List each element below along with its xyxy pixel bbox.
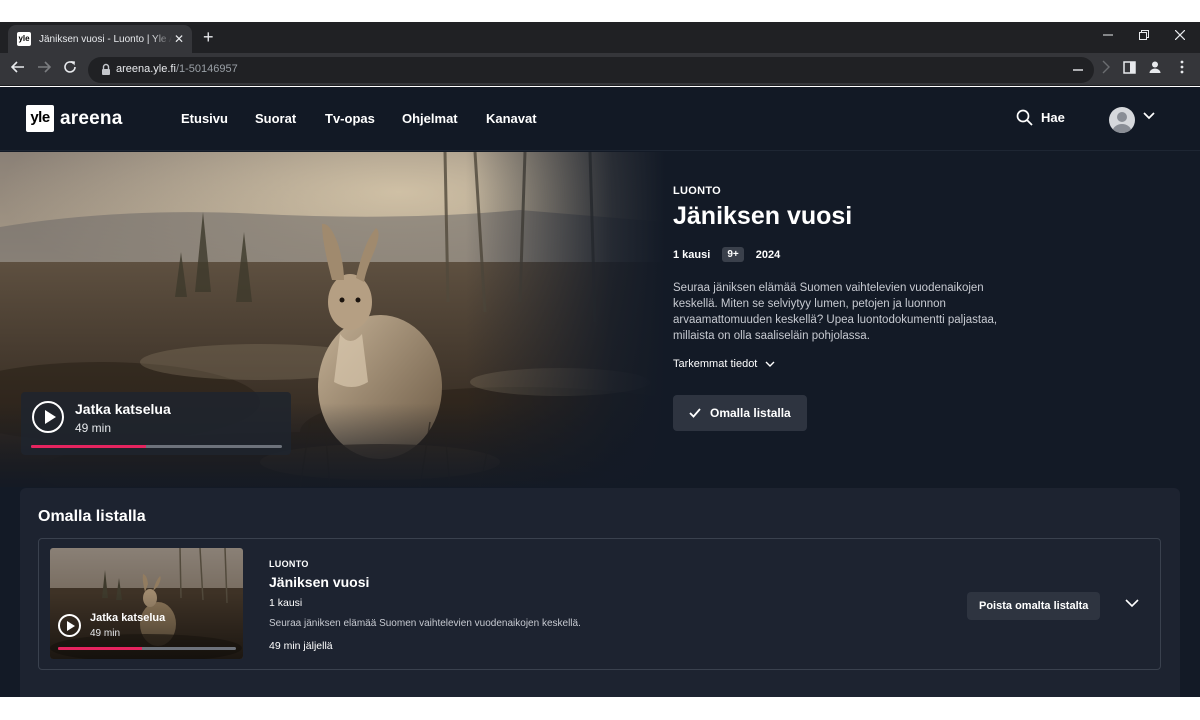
my-list-button[interactable]: Omalla listalla: [673, 395, 807, 431]
browser-tab[interactable]: yle Jäniksen vuosi - Luonto | Yle Areena…: [8, 25, 192, 53]
tab-close-icon[interactable]: ✕: [172, 32, 186, 46]
series-description: Seuraa jäniksen elämää Suomen vaihtelevi…: [673, 282, 998, 342]
series-title: Jäniksen vuosi: [673, 202, 853, 230]
url-host: areena.yle.fi: [116, 63, 176, 75]
thumbnail-progress-fill: [58, 647, 142, 650]
list-item-remaining-time: 49 min jäljellä: [269, 640, 333, 652]
nav-item-ohjelmat[interactable]: Ohjelmat: [402, 111, 458, 126]
search-icon: [1016, 109, 1033, 126]
my-list-button-label: Omalla listalla: [710, 406, 791, 420]
check-icon: [689, 408, 701, 418]
thumbnail-title: Jatka katselua: [90, 612, 166, 624]
browser-toolbar: areena.yle.fi/1-50146957: [0, 53, 1200, 86]
remove-from-list-button[interactable]: Poista omalta listalta: [967, 592, 1101, 620]
logo-yle-mark: yle: [26, 105, 54, 132]
list-item-description: Seuraa jäniksen elämää Suomen vaihtelevi…: [269, 618, 581, 629]
release-year: 2024: [755, 248, 781, 261]
list-item-category: LUONTO: [269, 559, 309, 569]
watch-progress-bar: [31, 445, 282, 448]
play-icon[interactable]: [32, 401, 64, 433]
logo-areena-text: areena: [60, 107, 123, 129]
user-icon: [1112, 112, 1132, 133]
nav-item-tv-opas[interactable]: Tv-opas: [325, 111, 375, 126]
url-text: areena.yle.fi/1-50146957: [116, 63, 238, 75]
reload-icon[interactable]: [60, 59, 80, 79]
menu-dots-icon[interactable]: [1172, 59, 1192, 79]
meta-row: 1 kausi 9+ 2024: [673, 247, 1013, 262]
age-rating-badge: 9+: [722, 247, 744, 262]
more-details-label: Tarkemmat tiedot: [673, 358, 758, 370]
areena-page: yle areena Etusivu Suorat Tv-opas Ohjelm…: [0, 87, 1200, 697]
thumbnail-progress-bar: [58, 647, 236, 650]
profile-icon[interactable]: [1145, 59, 1165, 79]
hero-info: LUONTO Jäniksen vuosi 1 kausi 9+ 2024 Se…: [673, 185, 1013, 431]
nav-item-suorat[interactable]: Suorat: [255, 111, 296, 126]
search-button[interactable]: Hae: [1016, 109, 1065, 126]
watch-progress-fill: [31, 445, 147, 448]
continue-watching-duration: 49 min: [75, 421, 112, 435]
yle-favicon-icon: yle: [17, 32, 31, 46]
lock-icon: [102, 63, 110, 75]
nav-item-kanavat[interactable]: Kanavat: [486, 111, 537, 126]
continue-watching-title: Jatka katselua: [75, 401, 171, 417]
address-bar[interactable]: areena.yle.fi/1-50146957: [88, 57, 1094, 83]
back-arrow-icon[interactable]: [8, 59, 28, 79]
list-item[interactable]: Jatka katselua 49 min LUONTO Jäniksen vu…: [38, 538, 1161, 670]
new-tab-button[interactable]: +: [203, 27, 214, 47]
close-window-icon[interactable]: [1162, 22, 1198, 50]
zoom-out-icon[interactable]: [1072, 60, 1084, 80]
list-item-thumbnail[interactable]: Jatka katselua 49 min: [50, 548, 243, 659]
yle-areena-logo[interactable]: yle areena: [26, 105, 122, 132]
chevron-down-icon: [765, 361, 775, 367]
list-item-title[interactable]: Jäniksen vuosi: [269, 574, 369, 590]
more-details-toggle[interactable]: Tarkemmat tiedot: [673, 358, 1013, 370]
top-navigation: yle areena Etusivu Suorat Tv-opas Ohjelm…: [0, 87, 1200, 151]
expand-chevron-down-icon[interactable]: [1125, 599, 1139, 608]
minimize-window-icon[interactable]: [1090, 22, 1126, 50]
section-title: Omalla listalla: [38, 508, 146, 525]
user-avatar[interactable]: [1109, 107, 1135, 133]
list-item-seasons: 1 kausi: [269, 597, 303, 609]
thumbnail-shade: [50, 548, 243, 659]
play-icon[interactable]: [58, 614, 81, 637]
browser-tabstrip: yle Jäniksen vuosi - Luonto | Yle Areena…: [0, 22, 1200, 53]
category-label[interactable]: LUONTO: [673, 185, 1013, 197]
my-list-section: Omalla listalla Jatka katselua 49 min LU…: [20, 488, 1180, 697]
search-label: Hae: [1041, 110, 1065, 125]
side-panel-icon[interactable]: [1119, 59, 1139, 79]
restore-window-icon[interactable]: [1126, 22, 1162, 50]
season-count: 1 kausi: [673, 248, 711, 261]
continue-watching-card[interactable]: Jatka katselua 49 min: [21, 392, 291, 455]
thumbnail-duration: 49 min: [90, 628, 121, 639]
tab-title: Jäniksen vuosi - Luonto | Yle Areena: [39, 33, 172, 45]
chevron-down-icon[interactable]: [1143, 112, 1155, 120]
url-path: /1-50146957: [175, 63, 238, 75]
nav-item-etusivu[interactable]: Etusivu: [181, 111, 228, 126]
chevron-right-icon[interactable]: [1096, 59, 1116, 79]
forward-arrow-icon[interactable]: [34, 59, 54, 79]
